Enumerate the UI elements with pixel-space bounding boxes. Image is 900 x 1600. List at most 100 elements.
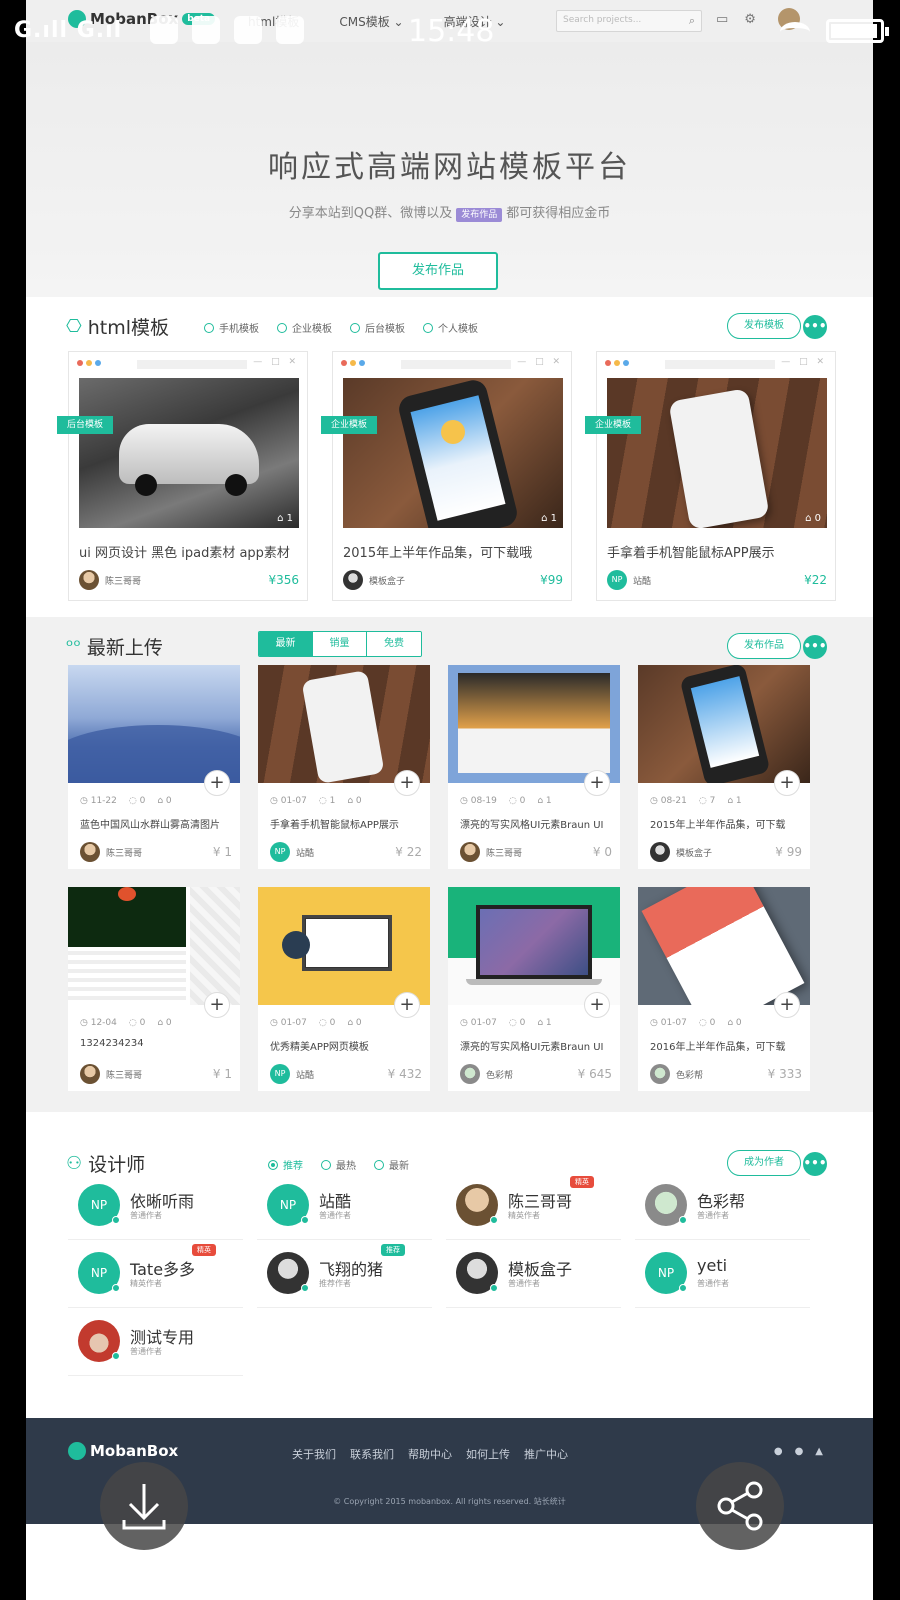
add-icon[interactable]: + [584,770,610,796]
calendar-icon[interactable]: ▭ [716,12,728,27]
designer-name[interactable]: 飞翔的猪 [319,1256,383,1280]
template-name[interactable]: ui 网页设计 黑色 ipad素材 app素材 [79,542,290,561]
author-avatar[interactable]: NP [270,1064,290,1084]
designer-card[interactable]: NP 站酷 普通作者 [257,1172,432,1240]
work-name[interactable]: 蓝色中国风山水群山雾高清图片 [80,816,232,831]
designer-name[interactable]: 站酷 [319,1188,351,1212]
work-card[interactable]: + ◷ 01-07 ◌ 0 ⌂ 0 2016年上半年作品集，可下载 色彩帮 ¥ 333 [638,887,810,1091]
work-card[interactable]: + ◷ 08-21 ◌ 7 ⌂ 1 2015年上半年作品集，可下载 模板盒子 ¥ 99 [638,665,810,869]
designer-card[interactable]: 测试专用 普通作者 [68,1308,243,1376]
designer-name[interactable]: Tate多多 [130,1256,195,1280]
author-name[interactable]: 模板盒子 [676,846,712,859]
add-icon[interactable]: + [204,992,230,1018]
add-icon[interactable]: + [394,992,420,1018]
gear-icon[interactable]: ⚙ [744,12,756,27]
filter-enterprise[interactable]: 企业模板 [277,320,332,335]
menu-item-cms[interactable]: CMS模板 ⌄ [339,13,403,30]
designer-card[interactable]: NP yeti 普通作者 [635,1240,810,1308]
designer-avatar[interactable] [456,1184,498,1226]
work-name[interactable]: 漂亮的写实风格UI元素Braun UI [460,816,612,831]
work-name[interactable]: 优秀精美APP网页模板 [270,1038,422,1053]
template-card[interactable]: — □ ✕ ⌂ 1 后台模板 ui 网页设计 黑色 ipad素材 app素材 陈… [57,351,308,601]
author-avatar[interactable]: NP [270,842,290,862]
work-card[interactable]: + ◷ 11-22 ◌ 0 ⌂ 0 蓝色中国风山水群山雾高清图片 陈三哥哥 ¥ 1 [68,665,240,869]
filter-mobile[interactable]: 手机模板 [204,320,259,335]
author-name[interactable]: 陈三哥哥 [105,574,141,587]
author-avatar[interactable] [80,842,100,862]
template-name[interactable]: 2015年上半年作品集，可下载哦 [343,542,532,561]
author-name[interactable]: 陈三哥哥 [486,846,522,859]
author-avatar[interactable] [460,1064,480,1084]
work-card[interactable]: + ◷ 01-07 ◌ 0 ⌂ 0 优秀精美APP网页模板 NP 站酷 ¥ 432 [258,887,430,1091]
designer-name[interactable]: 测试专用 [130,1324,194,1348]
link-contact[interactable]: 联系我们 [350,1446,394,1462]
add-icon[interactable]: + [394,770,420,796]
designer-name[interactable]: 依晰听雨 [130,1188,194,1212]
designer-avatar[interactable] [456,1252,498,1294]
designer-card[interactable]: 模板盒子 普通作者 [446,1240,621,1308]
link-help[interactable]: 帮助中心 [408,1446,452,1462]
publish-work-button[interactable]: 发布作品 [378,252,498,290]
designer-name[interactable]: yeti [697,1256,727,1275]
work-name[interactable]: 1324234234 [80,1038,232,1049]
weibo-icon[interactable]: ● [795,1446,804,1457]
menu-item-design[interactable]: 高端设计 ⌄ [444,13,506,30]
work-name[interactable]: 2015年上半年作品集，可下载 [650,816,802,831]
author-name[interactable]: 站酷 [633,574,651,587]
work-name[interactable]: 2016年上半年作品集，可下载 [650,1038,802,1053]
filter-newest[interactable]: 最新 [374,1157,409,1172]
author-avatar[interactable]: NP [607,570,627,590]
author-avatar[interactable] [80,1064,100,1084]
author-avatar[interactable] [650,842,670,862]
link-promotion[interactable]: 推广中心 [524,1446,568,1462]
designer-name[interactable]: 模板盒子 [508,1256,572,1280]
more-button[interactable]: ••• [803,315,827,339]
author-name[interactable]: 站酷 [296,846,314,859]
designer-name[interactable]: 色彩帮 [697,1188,745,1212]
tab-latest[interactable]: 最新 [259,632,313,656]
wechat-icon[interactable]: ● [774,1446,783,1457]
publish-template-button[interactable]: 发布模板 [727,313,801,339]
author-name[interactable]: 陈三哥哥 [106,1068,142,1081]
more-button[interactable]: ••• [803,635,827,659]
menu-item-html[interactable]: html模板 [248,13,299,30]
author-avatar[interactable] [79,570,99,590]
publish-work-button[interactable]: 发布作品 [727,633,801,659]
author-name[interactable]: 站酷 [296,1068,314,1081]
add-icon[interactable]: + [774,992,800,1018]
author-name[interactable]: 色彩帮 [486,1068,513,1081]
author-name[interactable]: 模板盒子 [369,574,405,587]
designer-avatar[interactable] [645,1184,687,1226]
work-card[interactable]: + ◷ 12-04 ◌ 0 ⌂ 0 1324234234 陈三哥哥 ¥ 1 [68,887,240,1091]
author-name[interactable]: 色彩帮 [676,1068,703,1081]
share-button[interactable] [696,1462,784,1550]
designer-avatar[interactable]: NP [78,1252,120,1294]
tab-free[interactable]: 免费 [367,632,421,656]
designer-avatar[interactable]: NP [267,1184,309,1226]
link-upload-guide[interactable]: 如何上传 [466,1446,510,1462]
add-icon[interactable]: + [204,770,230,796]
template-name[interactable]: 手拿着手机智能鼠标APP展示 [607,542,775,561]
designer-avatar[interactable] [267,1252,309,1294]
user-avatar[interactable] [778,8,800,30]
author-avatar[interactable] [650,1064,670,1084]
designer-avatar[interactable]: NP [645,1252,687,1294]
author-avatar[interactable] [343,570,363,590]
filter-recommended[interactable]: 推荐 [268,1157,303,1172]
designer-card[interactable]: 飞翔的猪 推荐作者 推荐 [257,1240,432,1308]
download-button[interactable] [100,1462,188,1550]
filter-hot[interactable]: 最热 [321,1157,356,1172]
template-card[interactable]: — □ ✕ ⌂ 0 企业模板 手拿着手机智能鼠标APP展示 NP 站酷 ¥22 [585,351,836,601]
designer-card[interactable]: 陈三哥哥 精英作者 精英 [446,1172,621,1240]
work-card[interactable]: + ◷ 01-07 ◌ 1 ⌂ 0 手拿着手机智能鼠标APP展示 NP 站酷 ¥ 22 [258,665,430,869]
work-card[interactable]: + ◷ 08-19 ◌ 0 ⌂ 1 漂亮的写实风格UI元素Braun UI 陈三哥哥… [448,665,620,869]
add-icon[interactable]: + [584,992,610,1018]
filter-admin[interactable]: 后台模板 [350,320,405,335]
designer-card[interactable]: NP 依晰听雨 普通作者 [68,1172,243,1240]
designer-avatar[interactable]: NP [78,1184,120,1226]
link-about[interactable]: 关于我们 [292,1446,336,1462]
author-avatar[interactable] [460,842,480,862]
search-input[interactable]: Search projects... ⌕ [556,10,702,32]
site-logo[interactable]: MobanBox beta [68,10,216,28]
filter-personal[interactable]: 个人模板 [423,320,478,335]
